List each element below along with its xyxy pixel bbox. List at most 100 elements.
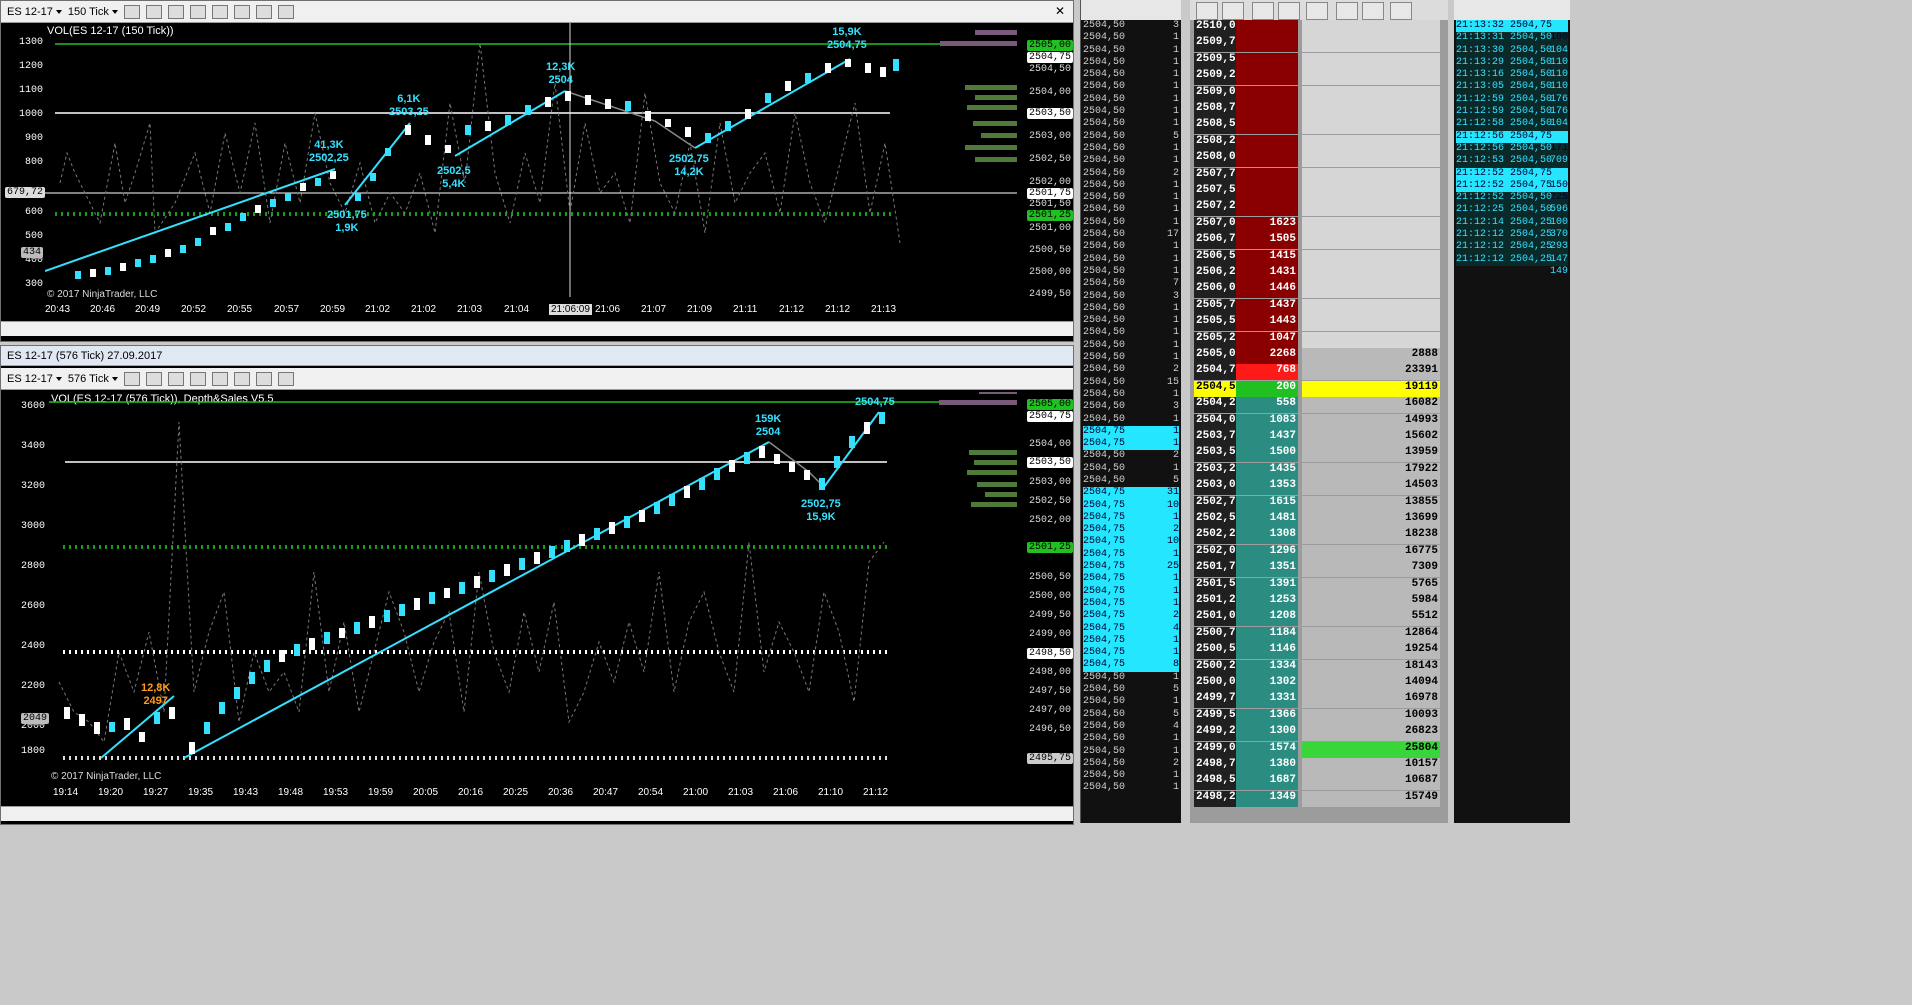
dom-row[interactable]: 2498,75 1380 10157: [1194, 758, 1440, 774]
dom-price[interactable]: 2506,50: [1194, 249, 1242, 266]
dom-row[interactable]: 2500,25 1334 18143: [1194, 659, 1440, 676]
sell-down-icon[interactable]: [1278, 2, 1300, 20]
image-icon[interactable]: [255, 4, 272, 19]
dom-row[interactable]: 2503,00 1353 14503: [1194, 479, 1440, 496]
dom-bid[interactable]: 1349: [1236, 790, 1298, 807]
dom-price[interactable]: 2506,75: [1194, 233, 1242, 250]
magic-wand-icon[interactable]: [167, 371, 184, 386]
dom-price[interactable]: 2510,00: [1194, 20, 1242, 36]
dom-row[interactable]: 2501,00 1208 5512: [1194, 610, 1440, 627]
dom-bid[interactable]: 200: [1236, 380, 1298, 397]
dom-price[interactable]: 2499,75: [1194, 692, 1242, 709]
dom-row[interactable]: 2504,00 1083 14993: [1194, 413, 1440, 430]
dom-price[interactable]: 2505,25: [1194, 331, 1242, 348]
dom-price[interactable]: 2500,00: [1194, 676, 1242, 692]
dom-ask[interactable]: [1236, 167, 1298, 184]
dom-ask[interactable]: [1236, 118, 1298, 135]
dom-row[interactable]: 2504,50 200 19119: [1194, 380, 1440, 397]
dom-price[interactable]: 2498,75: [1194, 758, 1242, 774]
dom-price[interactable]: 2508,00: [1194, 151, 1242, 168]
bottom-chart-plot[interactable]: [49, 392, 1017, 792]
dom-row[interactable]: 2502,50 1481 13699: [1194, 512, 1440, 528]
dom-row[interactable]: 2499,75 1331 16978: [1194, 692, 1440, 709]
dom-ask[interactable]: 1437: [1236, 298, 1298, 315]
dom-row[interactable]: 2502,25 1308 18238: [1194, 528, 1440, 545]
dom-row[interactable]: 2508,50: [1194, 118, 1440, 135]
dom-price[interactable]: 2504,25: [1194, 397, 1242, 414]
dom-row[interactable]: 2503,75 1437 15602: [1194, 430, 1440, 446]
dom-price[interactable]: 2500,25: [1194, 659, 1242, 676]
dom-ask[interactable]: 2268: [1236, 348, 1298, 364]
drawing-pencil-icon[interactable]: [145, 371, 162, 386]
dom-row[interactable]: 2504,75 768 23391: [1194, 364, 1440, 381]
dom-bid[interactable]: 1615: [1236, 495, 1298, 512]
dom-price[interactable]: 2499,25: [1194, 725, 1242, 742]
dom-ask[interactable]: [1236, 20, 1298, 36]
sell-down-icon[interactable]: [1362, 2, 1384, 20]
dom-ask[interactable]: [1236, 184, 1298, 200]
dom-price[interactable]: 2501,75: [1194, 561, 1242, 578]
interval-selector[interactable]: 150 Tick: [68, 6, 118, 18]
bottom-chart-scrollbar[interactable]: [1, 806, 1073, 821]
dom-row[interactable]: 2507,25: [1194, 200, 1440, 217]
dom-price[interactable]: 2504,75: [1194, 364, 1242, 381]
dom-bid[interactable]: 1334: [1236, 659, 1298, 676]
buy-up-icon[interactable]: [1252, 2, 1274, 20]
dom-price[interactable]: 2500,75: [1194, 626, 1242, 643]
dom-bid[interactable]: 1296: [1236, 544, 1298, 561]
lock-icon[interactable]: [1222, 2, 1244, 20]
dom-price[interactable]: 2502,00: [1194, 544, 1242, 561]
flag-icon[interactable]: [1306, 2, 1328, 20]
dom-row[interactable]: 2502,00 1296 16775: [1194, 544, 1440, 561]
indicators-icon[interactable]: [211, 371, 228, 386]
dom-row[interactable]: 2509,75: [1194, 36, 1440, 53]
dom-price[interactable]: 2507,25: [1194, 200, 1242, 217]
dom-row[interactable]: 2502,75 1615 13855: [1194, 495, 1440, 512]
dom-row[interactable]: 2506,75 1505: [1194, 233, 1440, 250]
dom-row[interactable]: 2505,25 1047: [1194, 331, 1440, 348]
dom-row[interactable]: 2506,00 1446: [1194, 282, 1440, 299]
dom-row[interactable]: 2505,50 1443: [1194, 315, 1440, 332]
dom-price[interactable]: 2498,50: [1194, 774, 1242, 791]
dom-bid[interactable]: 1481: [1236, 512, 1298, 528]
dom-bid[interactable]: 1351: [1236, 561, 1298, 578]
dom-price[interactable]: 2505,50: [1194, 315, 1242, 332]
dom-row[interactable]: 2501,75 1351 7309: [1194, 561, 1440, 578]
dom-row[interactable]: 2503,50 1500 13959: [1194, 446, 1440, 463]
dom-row[interactable]: 2504,25 558 16082: [1194, 397, 1440, 414]
dom-row[interactable]: 2508,25: [1194, 134, 1440, 151]
dom-row[interactable]: 2500,75 1184 12864: [1194, 626, 1440, 643]
dom-price[interactable]: 2509,25: [1194, 69, 1242, 86]
dom-row[interactable]: 2509,00: [1194, 85, 1440, 102]
instrument-selector[interactable]: ES 12-17: [7, 6, 62, 18]
dom-ask[interactable]: 1505: [1236, 233, 1298, 250]
dom-price[interactable]: 2506,25: [1194, 266, 1242, 282]
dom-price[interactable]: 2499,00: [1194, 741, 1242, 758]
top-chart-scrollbar[interactable]: [1, 321, 1073, 336]
data-box-icon[interactable]: [277, 371, 294, 386]
dom-row[interactable]: 2506,25 1431: [1194, 266, 1440, 282]
dom-row[interactable]: 2510,00: [1194, 20, 1440, 36]
dom-ask[interactable]: [1236, 134, 1298, 151]
dom-bid[interactable]: 1391: [1236, 577, 1298, 594]
buy-up-icon[interactable]: [1336, 2, 1358, 20]
data-box-icon[interactable]: [277, 4, 294, 19]
dom-price[interactable]: 2501,00: [1194, 610, 1242, 627]
dom-row[interactable]: 2501,25 1253 5984: [1194, 594, 1440, 610]
dom-row[interactable]: 2507,00 1623: [1194, 216, 1440, 233]
center-icon[interactable]: [1196, 2, 1218, 20]
dom-price[interactable]: 2508,25: [1194, 134, 1242, 151]
indicators-icon[interactable]: [211, 4, 228, 19]
alert-icon[interactable]: [1390, 2, 1412, 20]
dom-bid[interactable]: 1500: [1236, 446, 1298, 463]
dom-price[interactable]: 2507,50: [1194, 184, 1242, 200]
dom-ask[interactable]: [1236, 200, 1298, 217]
dom-bid[interactable]: 1208: [1236, 610, 1298, 627]
dom-price[interactable]: 2502,25: [1194, 528, 1242, 545]
dom-bid[interactable]: 1302: [1236, 676, 1298, 692]
dom-bid[interactable]: 558: [1236, 397, 1298, 414]
magic-wand-icon[interactable]: [167, 4, 184, 19]
dom-ask[interactable]: [1236, 85, 1298, 102]
dom-row[interactable]: 2507,50: [1194, 184, 1440, 200]
instrument-selector[interactable]: ES 12-17: [7, 373, 62, 385]
